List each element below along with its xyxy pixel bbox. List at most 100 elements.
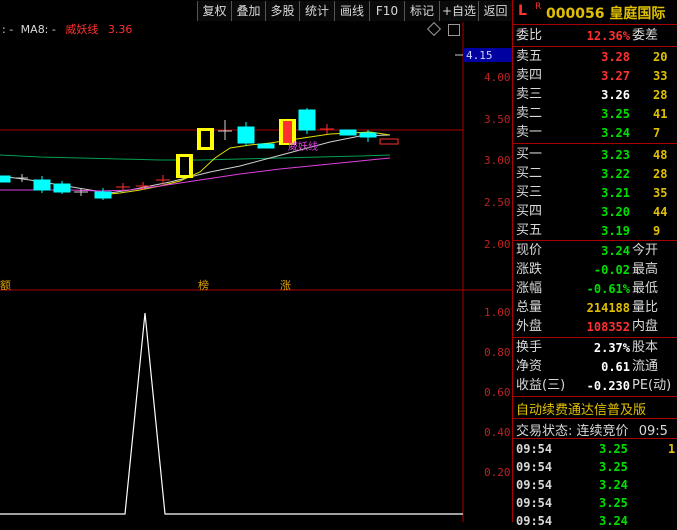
quote-label: 现价 (516, 243, 543, 258)
quote-value: 214188 (586, 301, 630, 315)
marker-label[interactable]: 额 (0, 277, 11, 293)
ask-row[interactable]: 卖二 3.25 41 (513, 105, 677, 123)
ask-volume: 7 (653, 126, 661, 140)
tick-time: 09:54 (516, 478, 553, 492)
divider (513, 418, 677, 419)
ask-volume: 20 (653, 50, 668, 64)
bid-price: 3.20 (601, 205, 630, 219)
indicator-tick: 1.00 (484, 306, 511, 319)
tick-price: 3.25 (599, 496, 628, 510)
quote-label2: 量比 (632, 300, 659, 315)
trade-state-label: 交易状态: (516, 424, 573, 439)
tick-time: 09:54 (516, 442, 553, 456)
quote-label: 涨幅 (516, 281, 543, 296)
stats-value: 2.37% (593, 341, 630, 355)
bid-price: 3.19 (601, 224, 630, 238)
bid-label: 买三 (516, 185, 543, 200)
bid-label: 买五 (516, 223, 543, 238)
ask-row[interactable]: 卖三 3.26 28 (513, 86, 677, 104)
stats-label: 净资 (516, 359, 543, 374)
quote-label: 涨跌 (516, 262, 543, 277)
tick-row: 09:54 3.25 1 (513, 440, 677, 458)
bid-row[interactable]: 买一 3.23 48 (513, 146, 677, 164)
tick-price: 3.24 (599, 514, 628, 528)
ask-label: 卖四 (516, 68, 543, 83)
stats-label: 换手 (516, 340, 543, 355)
stock-code: 000056 (546, 6, 605, 22)
ask-price: 3.25 (601, 107, 630, 121)
ma-green-line (0, 154, 391, 161)
candle-down (0, 175, 11, 183)
bid-row[interactable]: 买五 3.19 9 (513, 222, 677, 240)
quote-label: 外盘 (516, 319, 543, 334)
candle-down (257, 143, 275, 149)
divider (513, 143, 677, 144)
tick-volume: 1 (668, 442, 676, 456)
ask-label: 卖三 (516, 87, 543, 102)
bid-label: 买二 (516, 166, 543, 181)
quote-row: 外盘 108352 内盘 (513, 318, 677, 336)
bid-label: 买一 (516, 147, 543, 162)
bid-row[interactable]: 买三 3.21 35 (513, 184, 677, 202)
trade-state-time: 09:5 (638, 424, 668, 439)
quote-row: 涨跌 -0.02 最高 (513, 261, 677, 279)
badge-l: L (518, 3, 527, 19)
stats-label2: 流通 (632, 359, 659, 374)
weicha-label: 委差 (632, 28, 659, 43)
price-tick: 2.00 (484, 238, 511, 251)
divider (513, 337, 677, 338)
ask-row[interactable]: 卖四 3.27 33 (513, 67, 677, 85)
ask-label: 卖二 (516, 106, 543, 121)
bid-row[interactable]: 买二 3.22 28 (513, 165, 677, 183)
stats-label: 收益(三) (516, 378, 566, 393)
price-tick: 3.00 (484, 154, 511, 167)
stock-title: 000056 皇庭国际 (546, 3, 665, 23)
bid-row[interactable]: 买四 3.20 44 (513, 203, 677, 221)
chart-annotation: 威妖线 (288, 142, 318, 153)
quote-label2: 最高 (632, 262, 659, 277)
quote-value: 3.24 (601, 244, 630, 258)
trade-state-value: 连续竞价 (576, 424, 629, 439)
bid-volume: 28 (653, 167, 668, 181)
promo-link[interactable]: 自动续费通达信普及版 (516, 399, 646, 418)
candle-highlight-body (180, 157, 189, 175)
quote-label2: 内盘 (632, 319, 659, 334)
bid-price: 3.23 (601, 148, 630, 162)
ask-row[interactable]: 卖五 3.28 20 (513, 48, 677, 66)
tick-row: 09:54 3.25 (513, 458, 677, 476)
candle-down (339, 129, 357, 136)
marker-label[interactable]: 榜 (198, 277, 209, 293)
stats-label2: PE(动) (632, 378, 672, 393)
stats-label2: 股本 (632, 340, 659, 355)
quote-row: 现价 3.24 今开 (513, 242, 677, 260)
indicator-tick: 0.20 (484, 466, 511, 479)
ask-volume: 28 (653, 88, 668, 102)
stats-row: 收益(三) -0.230 PE(动) (513, 377, 677, 395)
marker-label[interactable]: 涨 (280, 277, 291, 293)
stock-name: 皇庭国际 (609, 6, 666, 22)
quote-row: 总量 214188 量比 (513, 299, 677, 317)
ask-label: 卖五 (516, 49, 543, 64)
kline-chart[interactable] (0, 0, 512, 522)
ask-row[interactable]: 卖一 3.24 7 (513, 124, 677, 142)
quote-label2: 今开 (632, 243, 659, 258)
divider (513, 240, 677, 241)
tick-price: 3.25 (599, 442, 628, 456)
quote-value: -0.61% (586, 282, 630, 296)
tick-time: 09:54 (516, 496, 553, 510)
tick-row: 09:54 3.24 (513, 512, 677, 530)
quote-value: 108352 (586, 320, 630, 334)
quote-value: -0.02 (593, 263, 630, 277)
trade-state: 交易状态: 连续竞价 09:5 (516, 420, 668, 439)
ask-volume: 33 (653, 69, 668, 83)
bid-volume: 44 (653, 205, 668, 219)
indicator-tick: 0.40 (484, 426, 511, 439)
ask-price: 3.24 (601, 126, 630, 140)
bid-volume: 35 (653, 186, 668, 200)
bid-label: 买四 (516, 204, 543, 219)
bid-volume: 9 (653, 224, 661, 238)
stats-value: -0.230 (586, 379, 630, 393)
candle-up-hollow (379, 138, 399, 145)
tick-row: 09:54 3.24 (513, 476, 677, 494)
weibi-label: 委比 (516, 28, 543, 43)
